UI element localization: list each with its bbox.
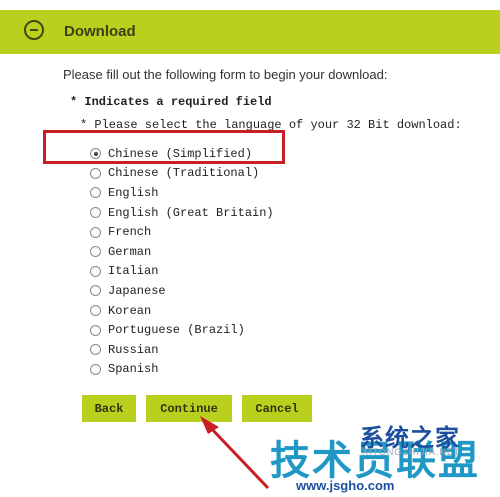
collapse-icon[interactable] (24, 20, 44, 40)
language-option[interactable]: German (90, 242, 274, 262)
radio-button[interactable] (90, 207, 101, 219)
language-label: Chinese (Traditional) (108, 166, 260, 181)
language-label: Japanese (108, 283, 166, 298)
radio-button[interactable] (90, 187, 101, 199)
language-label: Russian (108, 342, 159, 357)
language-option[interactable]: Russian (90, 340, 274, 360)
required-field-note: * Indicates a required field (70, 95, 272, 109)
language-option[interactable]: Portuguese (Brazil) (90, 320, 274, 340)
form-intro: Please fill out the following form to be… (63, 67, 388, 82)
language-label: Portuguese (Brazil) (108, 323, 245, 338)
radio-button[interactable] (90, 344, 101, 356)
radio-button[interactable] (90, 363, 101, 375)
language-radio-list: Chinese (Simplified) Chinese (Traditiona… (90, 144, 274, 379)
language-label: Italian (108, 264, 159, 279)
language-option[interactable]: English (Great Britain) (90, 203, 274, 223)
radio-button[interactable] (90, 265, 101, 277)
watermark-sub: XITONGZHIJIA.NET (362, 447, 461, 457)
radio-button[interactable] (90, 305, 101, 317)
section-title: Download (64, 23, 136, 40)
language-option[interactable]: English (90, 183, 274, 203)
language-label: English (Great Britain) (108, 205, 274, 220)
language-option[interactable]: Chinese (Traditional) (90, 164, 274, 184)
radio-button[interactable] (90, 285, 101, 297)
cancel-button[interactable]: Cancel (242, 395, 312, 422)
radio-button[interactable] (90, 167, 101, 179)
language-option[interactable]: Korean (90, 301, 274, 321)
radio-button[interactable] (90, 246, 101, 258)
language-option[interactable]: Spanish (90, 360, 274, 380)
back-button[interactable]: Back (82, 395, 136, 422)
selection-highlight-box (43, 130, 285, 164)
language-option[interactable]: Japanese (90, 281, 274, 301)
language-label: German (108, 244, 152, 259)
download-section-header[interactable]: Download (0, 10, 500, 54)
language-option[interactable]: Italian (90, 262, 274, 282)
radio-button[interactable] (90, 324, 101, 336)
language-label: Korean (108, 303, 152, 318)
radio-button[interactable] (90, 226, 101, 238)
language-label: French (108, 225, 152, 240)
language-option[interactable]: French (90, 222, 274, 242)
watermark-url: www.jsgho.com (296, 478, 395, 493)
continue-button[interactable]: Continue (146, 395, 232, 422)
language-label: Spanish (108, 362, 159, 377)
language-label: English (108, 185, 159, 200)
